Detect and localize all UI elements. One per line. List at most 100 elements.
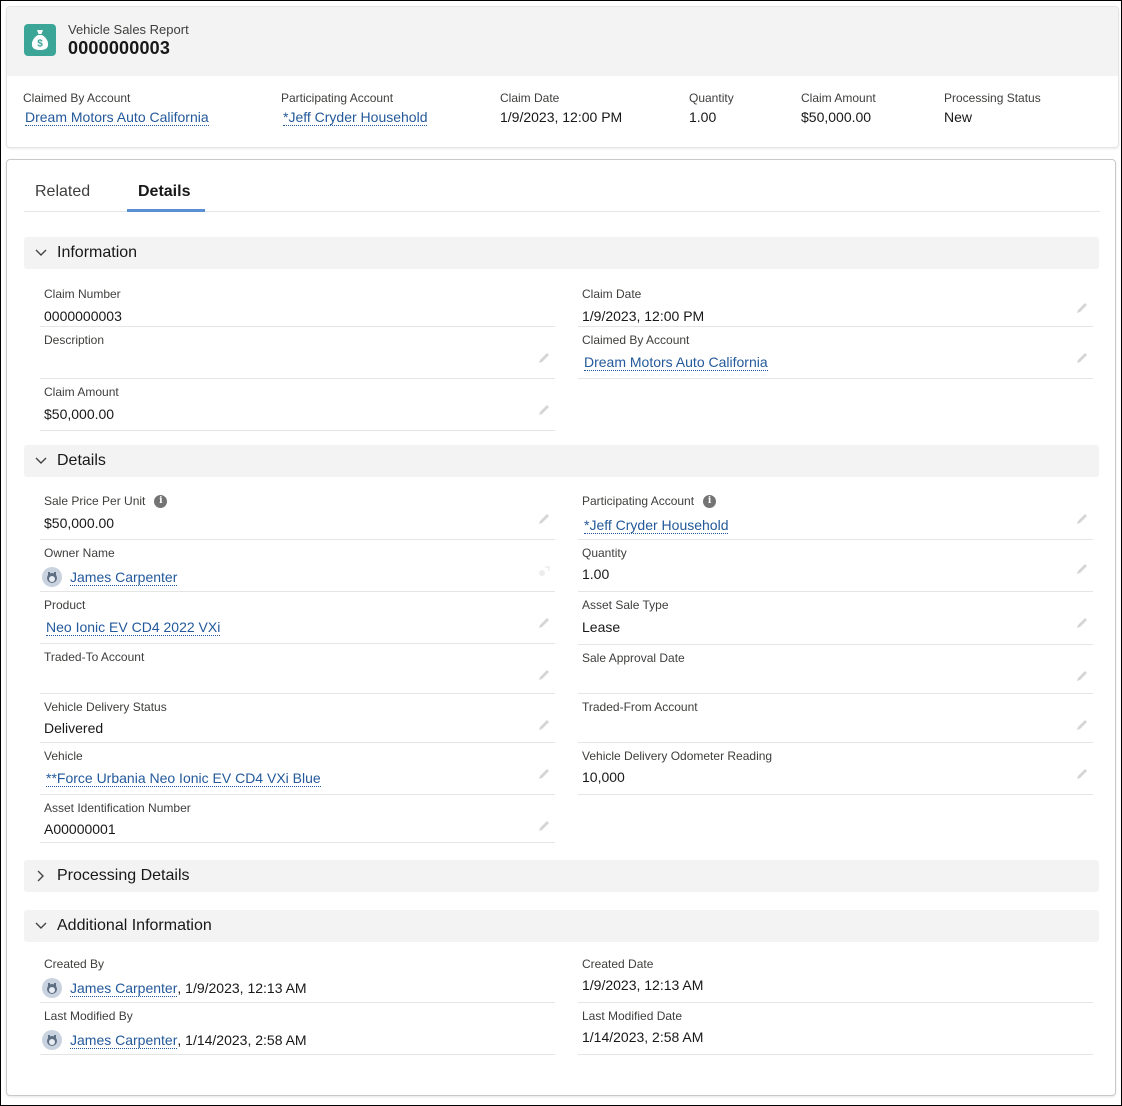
- highlight-claimed-by-account: Claimed By Account Dream Motors Auto Cal…: [23, 91, 209, 126]
- last-modified-by-timestamp: , 1/14/2023, 2:58 AM: [177, 1032, 307, 1048]
- pencil-edit-icon[interactable]: [1075, 718, 1089, 732]
- highlight-label: Processing Status: [944, 91, 1041, 105]
- last-modified-by-user-link[interactable]: James Carpenter: [70, 1032, 178, 1049]
- highlight-participating-account: Participating Account *Jeff Cryder House…: [281, 91, 428, 126]
- field-label: Vehicle Delivery Status: [44, 700, 167, 714]
- record-header: $ Vehicle Sales Report 0000000003: [7, 7, 1118, 76]
- vehicle-link[interactable]: **Force Urbania Neo Ionic EV CD4 VXi Blu…: [46, 770, 321, 787]
- field-label: Traded-From Account: [582, 700, 698, 714]
- pencil-edit-icon[interactable]: [1075, 767, 1089, 781]
- field-label: Created By: [44, 957, 105, 971]
- user-avatar-icon: [42, 978, 62, 998]
- field-label: Description: [44, 333, 105, 347]
- field-owner-name: Owner Name James Carpenter: [40, 540, 555, 592]
- highlight-label: Participating Account: [281, 91, 394, 105]
- object-type-label: Vehicle Sales Report: [68, 22, 189, 37]
- field-value: Lease: [582, 619, 621, 635]
- owner-name-link[interactable]: James Carpenter: [70, 569, 178, 586]
- field-label: Last Modified Date: [582, 1009, 683, 1023]
- pencil-edit-icon[interactable]: [537, 819, 551, 833]
- field-value: 1/9/2023, 12:13 AM: [582, 977, 704, 993]
- product-link[interactable]: Neo Ionic EV CD4 2022 VXi: [46, 619, 221, 636]
- pencil-edit-icon[interactable]: [537, 668, 551, 682]
- field-sale-price-per-unit: Sale Price Per Unit i $50,000.00: [40, 488, 555, 540]
- pencil-edit-icon[interactable]: [1075, 562, 1089, 576]
- field-quantity: Quantity 1.00: [578, 540, 1093, 592]
- field-value: 1.00: [582, 566, 610, 582]
- created-by-timestamp: , 1/9/2023, 12:13 AM: [177, 980, 307, 996]
- field-value: A00000001: [44, 821, 116, 837]
- highlight-claim-amount: Claim Amount $50,000.00: [801, 91, 876, 125]
- claimed-by-account-link[interactable]: Dream Motors Auto California: [25, 109, 209, 126]
- highlight-label: Claim Date: [500, 91, 560, 105]
- pencil-edit-icon[interactable]: [537, 403, 551, 417]
- field-label: Product: [44, 598, 86, 612]
- field-label: Claim Number: [44, 287, 121, 301]
- section-details-header[interactable]: Details: [24, 445, 1099, 477]
- pencil-edit-icon[interactable]: [537, 616, 551, 630]
- section-additional-information-header[interactable]: Additional Information: [24, 910, 1099, 942]
- pencil-edit-icon[interactable]: [537, 767, 551, 781]
- highlight-value: 1/9/2023, 12:00 PM: [500, 109, 623, 125]
- field-value: Delivered: [44, 720, 104, 736]
- highlight-label: Claim Amount: [801, 91, 876, 105]
- field-claim-amount: Claim Amount $50,000.00: [40, 379, 555, 431]
- section-title: Information: [57, 244, 138, 261]
- participating-account-link[interactable]: *Jeff Cryder Household: [283, 109, 428, 126]
- field-value: $50,000.00: [44, 515, 115, 531]
- field-asset-identification-number: Asset Identification Number A00000001: [40, 795, 555, 843]
- pencil-edit-icon[interactable]: [537, 351, 551, 365]
- info-icon[interactable]: i: [154, 494, 168, 508]
- pencil-edit-icon[interactable]: [537, 512, 551, 526]
- tab-bar: Related Details: [24, 160, 1100, 212]
- field-vehicle-delivery-odometer-reading: Vehicle Delivery Odometer Reading 10,000: [578, 743, 1093, 795]
- section-processing-details-header[interactable]: Processing Details: [24, 860, 1099, 892]
- field-traded-from-account: Traded-From Account: [578, 694, 1093, 743]
- section-information-header[interactable]: Information: [24, 237, 1099, 269]
- field-label: Quantity: [582, 546, 627, 560]
- pencil-edit-icon[interactable]: [1075, 351, 1089, 365]
- field-created-date: Created Date 1/9/2023, 12:13 AM: [578, 951, 1093, 1003]
- field-label: Traded-To Account: [44, 650, 145, 664]
- participating-account-link[interactable]: *Jeff Cryder Household: [584, 517, 729, 534]
- chevron-down-icon: [34, 919, 48, 933]
- field-label: Sale Approval Date: [582, 651, 685, 665]
- change-owner-icon[interactable]: [537, 564, 551, 578]
- field-description: Description: [40, 327, 555, 379]
- highlight-label: Claimed By Account: [23, 91, 131, 105]
- field-label: Asset Sale Type: [582, 598, 669, 612]
- field-value: 0000000003: [44, 308, 122, 324]
- field-value: 10,000: [582, 769, 625, 785]
- pencil-edit-icon[interactable]: [537, 718, 551, 732]
- field-value: 1/14/2023, 2:58 AM: [582, 1029, 704, 1045]
- field-last-modified-by: Last Modified By James Carpenter , 1/14/…: [40, 1003, 555, 1055]
- highlight-claim-date: Claim Date 1/9/2023, 12:00 PM: [500, 91, 622, 125]
- pencil-edit-icon[interactable]: [1075, 512, 1089, 526]
- pencil-edit-icon[interactable]: [1075, 301, 1089, 315]
- field-product: Product Neo Ionic EV CD4 2022 VXi: [40, 592, 555, 644]
- info-icon[interactable]: i: [703, 494, 717, 508]
- user-avatar-icon: [42, 1030, 62, 1050]
- pencil-edit-icon[interactable]: [1075, 616, 1089, 630]
- highlight-fields: Claimed By Account Dream Motors Auto Cal…: [7, 76, 1118, 147]
- field-value: 1/9/2023, 12:00 PM: [582, 308, 705, 324]
- claimed-by-account-link[interactable]: Dream Motors Auto California: [584, 354, 768, 371]
- chevron-down-icon: [34, 454, 48, 468]
- field-label: Vehicle Delivery Odometer Reading: [582, 749, 773, 763]
- created-by-user-link[interactable]: James Carpenter: [70, 980, 178, 997]
- tab-related[interactable]: Related: [35, 183, 90, 201]
- highlight-value: New: [944, 109, 973, 125]
- highlight-value: $50,000.00: [801, 109, 872, 125]
- section-title: Processing Details: [57, 867, 190, 884]
- field-label: Participating Account: [582, 494, 695, 508]
- field-vehicle-delivery-status: Vehicle Delivery Status Delivered: [40, 694, 555, 743]
- money-bag-icon: $: [24, 24, 56, 56]
- pencil-edit-icon[interactable]: [1075, 669, 1089, 683]
- field-label: Sale Price Per Unit: [44, 494, 146, 508]
- field-label: Last Modified By: [44, 1009, 133, 1023]
- highlight-value: 1.00: [689, 109, 717, 125]
- highlight-label: Quantity: [689, 91, 734, 105]
- tab-details[interactable]: Details: [138, 183, 190, 201]
- chevron-down-icon: [34, 246, 48, 260]
- field-participating-account: Participating Account i *Jeff Cryder Hous…: [578, 488, 1093, 540]
